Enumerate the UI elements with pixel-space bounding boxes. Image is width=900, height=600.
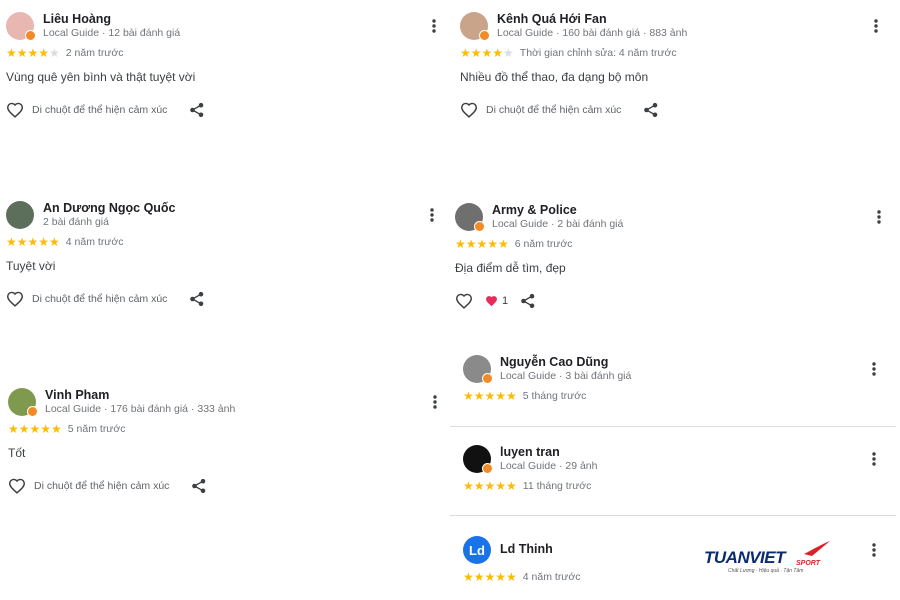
- avatar[interactable]: [463, 355, 493, 384]
- local-guide-badge-icon: [482, 373, 493, 384]
- local-guide-badge-icon: [25, 30, 36, 41]
- heart-icon[interactable]: [460, 102, 478, 118]
- local-guide-badge-icon: [479, 30, 490, 41]
- reviewer-meta: 2 bài đánh giá: [43, 216, 109, 228]
- more-options-icon[interactable]: [426, 16, 442, 36]
- review-date: Thời gian chỉnh sửa: 4 năm trước: [519, 47, 677, 59]
- review-date: 11 tháng trước: [522, 480, 592, 492]
- reviewer-meta: Local Guide · 3 bài đánh giá: [500, 370, 632, 382]
- react-hint[interactable]: Di chuột để thể hiện cảm xúc: [34, 480, 169, 492]
- review-card: Army & Police Local Guide · 2 bài đánh g…: [455, 203, 890, 310]
- star-rating: ★★★★★: [455, 237, 509, 251]
- react-hint[interactable]: Di chuột để thể hiện cảm xúc: [32, 104, 167, 116]
- reviewer-meta: Local Guide · 29 ảnh: [500, 460, 598, 472]
- review-card: Vinh Pham Local Guide · 176 bài đánh giá…: [8, 388, 448, 495]
- reviewer-name[interactable]: Vinh Pham: [45, 388, 235, 403]
- review-card: Liêu Hoàng Local Guide · 12 bài đánh giá…: [6, 12, 446, 119]
- logo-brand: TUANVIET: [704, 548, 786, 567]
- more-options-icon[interactable]: [866, 449, 882, 469]
- react-hint[interactable]: Di chuột để thể hiện cảm xúc: [486, 104, 621, 116]
- star-rating: ★★★★★: [463, 389, 517, 403]
- reviewer-name[interactable]: Kênh Quá Hới Fan: [497, 12, 687, 27]
- share-icon[interactable]: [189, 102, 205, 118]
- logo-sport: SPORT: [796, 560, 820, 567]
- heart-icon[interactable]: [8, 478, 26, 494]
- share-icon[interactable]: [520, 293, 536, 309]
- review-date: 2 năm trước: [65, 47, 124, 59]
- reviewer-name[interactable]: luyen tran: [500, 445, 597, 460]
- star-rating: ★★★★★: [6, 46, 60, 60]
- local-guide-badge-icon: [482, 463, 493, 474]
- star-rating: ★★★★★: [463, 479, 517, 493]
- more-options-icon[interactable]: [866, 540, 882, 560]
- filled-heart-icon: [486, 296, 497, 307]
- more-options-icon[interactable]: [868, 16, 884, 36]
- review-text: Tốt: [8, 446, 26, 460]
- share-icon[interactable]: [189, 291, 205, 307]
- star-rating: ★★★★★: [6, 235, 60, 249]
- review-date: 6 năm trước: [514, 238, 573, 250]
- react-hint[interactable]: Di chuột để thể hiện cảm xúc: [32, 293, 167, 305]
- reviewer-name[interactable]: Nguyễn Cao Dũng: [500, 355, 631, 370]
- reviewer-meta: Local Guide · 160 bài đánh giá · 883 ảnh: [497, 27, 688, 39]
- reaction-count-value: 1: [502, 295, 509, 307]
- review-card: Nguyễn Cao Dũng Local Guide · 3 bài đánh…: [463, 355, 890, 403]
- share-icon[interactable]: [643, 102, 659, 118]
- review-text: Địa điểm dễ tìm, đẹp: [455, 261, 566, 275]
- avatar[interactable]: [8, 388, 38, 417]
- review-card: luyen tran Local Guide · 29 ảnh ★★★★★ 11…: [463, 445, 890, 493]
- more-options-icon[interactable]: [871, 207, 887, 227]
- review-text: Tuyệt vời: [6, 259, 56, 273]
- star-rating: ★★★★★: [463, 570, 517, 584]
- reviewer-name[interactable]: Liêu Hoàng: [43, 12, 180, 27]
- reviewer-name[interactable]: Army & Police: [492, 203, 623, 218]
- review-date: 5 tháng trước: [522, 390, 587, 402]
- divider: [450, 426, 896, 427]
- more-options-icon[interactable]: [427, 392, 443, 412]
- reviewer-name[interactable]: An Dương Ngọc Quốc: [43, 201, 176, 216]
- tuanviet-sport-logo: TUANVIET SPORT Chất Lượng · Hiệu quả · T…: [704, 540, 834, 580]
- star-rating: ★★★★★: [8, 422, 62, 436]
- review-text: Vùng quê yên bình và thật tuyệt vời: [6, 70, 196, 84]
- heart-icon[interactable]: [6, 291, 24, 307]
- reviewer-name[interactable]: Ld Thinh: [500, 542, 553, 557]
- avatar[interactable]: Ld: [463, 536, 491, 564]
- reaction-count[interactable]: 1: [485, 295, 508, 307]
- more-options-icon[interactable]: [866, 359, 882, 379]
- star-rating: ★★★★★: [460, 46, 514, 60]
- review-date: 4 năm trước: [522, 571, 581, 583]
- divider: [450, 515, 896, 516]
- reviewer-meta: Local Guide · 12 bài đánh giá: [43, 27, 181, 39]
- review-date: 5 năm trước: [67, 423, 126, 435]
- review-card: Kênh Quá Hới Fan Local Guide · 160 bài đ…: [460, 12, 890, 119]
- reviewer-meta: Local Guide · 176 bài đánh giá · 333 ảnh: [45, 403, 236, 415]
- review-card: An Dương Ngọc Quốc 2 bài đánh giá ★★★★★ …: [6, 201, 446, 308]
- share-icon[interactable]: [191, 478, 207, 494]
- avatar[interactable]: [460, 12, 490, 41]
- avatar[interactable]: [463, 445, 493, 474]
- review-text: Nhiều đồ thể thao, đa dạng bộ môn: [460, 70, 649, 84]
- avatar[interactable]: [455, 203, 485, 232]
- logo-tagline: Chất Lượng · Hiệu quả · Tận Tâm: [728, 568, 804, 574]
- reviewer-meta: Local Guide · 2 bài đánh giá: [492, 218, 624, 230]
- local-guide-badge-icon: [474, 221, 485, 232]
- avatar[interactable]: [6, 201, 34, 229]
- heart-icon[interactable]: [455, 293, 473, 309]
- heart-icon[interactable]: [6, 102, 24, 118]
- local-guide-badge-icon: [27, 406, 38, 417]
- avatar[interactable]: [6, 12, 36, 41]
- more-options-icon[interactable]: [424, 205, 440, 225]
- review-date: 4 năm trước: [65, 236, 124, 248]
- avatar-letter: Ld: [463, 536, 491, 564]
- swoosh-icon: [804, 541, 830, 556]
